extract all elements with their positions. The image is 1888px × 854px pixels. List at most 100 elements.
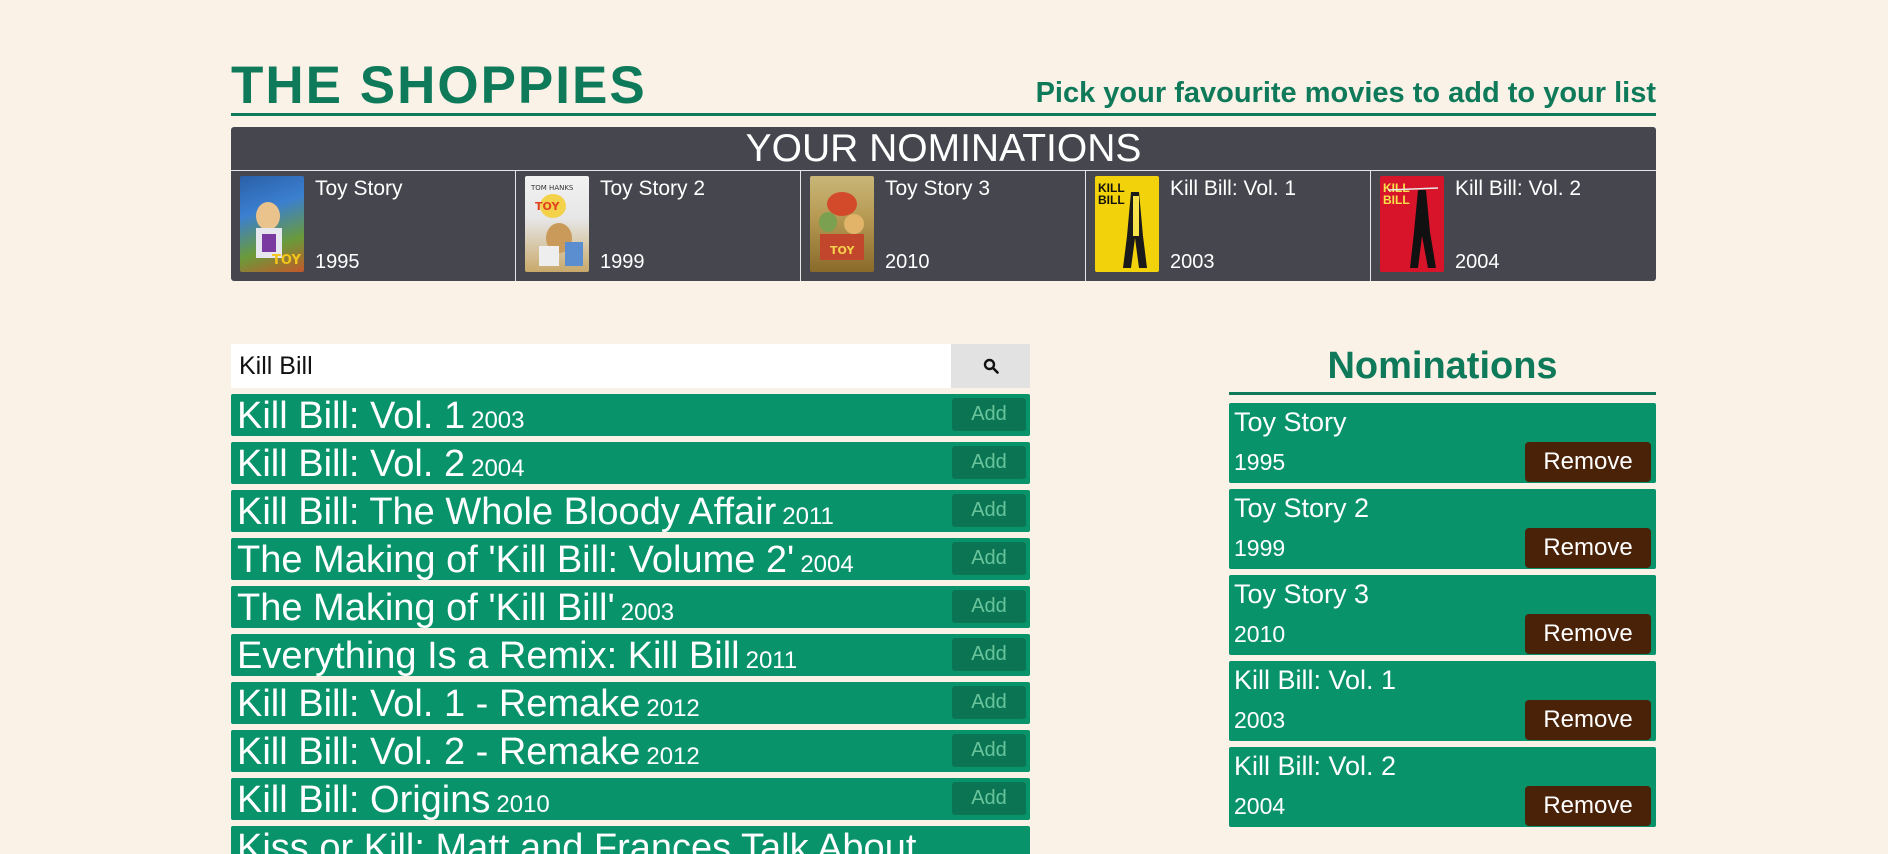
- tagline: Pick your favourite movies to add to you…: [1035, 77, 1656, 109]
- result-year: 2003: [620, 599, 675, 626]
- brand-title: THE SHOPPIES: [231, 56, 647, 115]
- result-title: Everything Is a Remix: Kill Bill: [237, 635, 740, 677]
- result-title-line: Kill Bill: The Whole Bloody Affair 2011: [237, 492, 834, 537]
- banner-card-year: 2003: [1170, 251, 1215, 273]
- kill-bill-vol-1-poster: KILL BILL: [1095, 176, 1159, 272]
- result-title-line: Everything Is a Remix: Kill Bill 2011: [237, 636, 797, 681]
- result-row: Kill Bill: The Whole Bloody Affair 2011 A…: [231, 490, 1030, 532]
- result-year: 2003: [471, 407, 525, 434]
- nomination-title: Toy Story: [1234, 407, 1347, 437]
- result-title: Kill Bill: Origins: [237, 779, 491, 821]
- remove-button[interactable]: Remove: [1525, 528, 1651, 568]
- toy-story-3-poster: TOY: [810, 176, 874, 272]
- add-button[interactable]: Add: [952, 446, 1026, 479]
- add-button[interactable]: Add: [952, 686, 1026, 719]
- result-row: Everything Is a Remix: Kill Bill 2011 Add: [231, 634, 1030, 676]
- result-row: Kill Bill: Vol. 2 2004 Add: [231, 442, 1030, 484]
- search-icon: [983, 358, 999, 374]
- nomination-item: Kill Bill: Vol. 1 2003 Remove: [1229, 661, 1656, 741]
- banner-row: TOY Toy Story 1995 TOM HANKS TOY Toy Sto…: [231, 171, 1656, 281]
- result-title: Kill Bill: Vol. 1: [237, 395, 466, 437]
- search-input[interactable]: [231, 344, 951, 388]
- nominations-banner: YOUR NOMINATIONS TOY Toy Story 1995 TOM …: [231, 127, 1656, 281]
- kill-bill-vol-2-poster: KILL BILL: [1380, 176, 1444, 272]
- nomination-item: Kill Bill: Vol. 2 2004 Remove: [1229, 747, 1656, 827]
- result-title-line: The Making of 'Kill Bill' 2003: [237, 588, 674, 633]
- add-button[interactable]: Add: [952, 494, 1026, 527]
- result-row: Kiss or Kill: Matt and Frances Talk Abou…: [231, 826, 1030, 854]
- nomination-year: 2010: [1234, 621, 1286, 647]
- banner-card: KILL BILL Kill Bill: Vol. 1 2003: [1086, 171, 1371, 281]
- nominations-list: Toy Story 1995 Remove Toy Story 2 1999 R…: [1229, 403, 1656, 827]
- banner-card-title: Toy Story 3: [885, 177, 991, 200]
- result-title: Kill Bill: Vol. 1 - Remake: [237, 683, 641, 725]
- result-row: Kill Bill: Origins 2010 Add: [231, 778, 1030, 820]
- banner-card-year: 2004: [1455, 251, 1500, 273]
- result-year: 2004: [471, 455, 525, 482]
- add-button[interactable]: Add: [952, 542, 1026, 575]
- nomination-title: Kill Bill: Vol. 1: [1234, 665, 1397, 695]
- result-year: 2004: [800, 551, 854, 578]
- result-year: 2010: [496, 791, 550, 818]
- toy-story-poster: TOY: [240, 176, 304, 272]
- nomination-year: 1999: [1234, 535, 1286, 561]
- nomination-title: Kill Bill: Vol. 2: [1234, 751, 1397, 781]
- result-title-line: The Making of 'Kill Bill: Volume 2' 2004: [237, 540, 854, 585]
- toy-story-2-poster: TOM HANKS TOY: [525, 176, 589, 272]
- add-button[interactable]: Add: [952, 590, 1026, 623]
- nomination-year: 2004: [1234, 793, 1286, 819]
- result-row: The Making of 'Kill Bill: Volume 2' 2004 …: [231, 538, 1030, 580]
- banner-card-year: 1999: [600, 251, 645, 273]
- banner-card: TOY Toy Story 3 2010: [801, 171, 1086, 281]
- result-row: Kill Bill: Vol. 1 2003 Add: [231, 394, 1030, 436]
- svg-text:TOY: TOY: [272, 253, 301, 268]
- result-title: Kiss or Kill: Matt and Frances Talk Abou…: [237, 827, 917, 854]
- banner-card-title: Toy Story: [315, 177, 403, 200]
- add-button[interactable]: Add: [952, 398, 1026, 431]
- banner-card-year: 2010: [885, 251, 930, 273]
- result-title-line: Kill Bill: Vol. 2 - Remake 2012: [237, 732, 700, 777]
- result-title-line: Kiss or Kill: Matt and Frances Talk Abou…: [237, 828, 916, 854]
- remove-button[interactable]: Remove: [1525, 442, 1651, 482]
- banner-title: YOUR NOMINATIONS: [231, 127, 1656, 171]
- add-button[interactable]: Add: [952, 734, 1026, 767]
- nominations-panel: Nominations Toy Story 1995 Remove Toy St…: [1229, 344, 1656, 833]
- remove-button[interactable]: Remove: [1525, 614, 1651, 654]
- svg-text:TOY: TOY: [535, 200, 560, 213]
- result-year: 2012: [646, 743, 700, 770]
- add-button[interactable]: Add: [952, 638, 1026, 671]
- result-title: The Making of 'Kill Bill: Volume 2': [237, 539, 795, 581]
- result-title: Kill Bill: Vol. 2: [237, 443, 466, 485]
- nomination-title: Toy Story 2: [1234, 493, 1370, 523]
- search-bar: [231, 344, 1030, 388]
- remove-button[interactable]: Remove: [1525, 786, 1651, 826]
- result-title: Kill Bill: The Whole Bloody Affair: [237, 491, 777, 533]
- result-title-line: Kill Bill: Vol. 1 - Remake 2012: [237, 684, 700, 729]
- result-year: 2011: [745, 647, 798, 674]
- result-title-line: Kill Bill: Origins 2010: [237, 780, 550, 825]
- add-button[interactable]: Add: [952, 782, 1026, 815]
- result-row: Kill Bill: Vol. 2 - Remake 2012 Add: [231, 730, 1030, 772]
- banner-card: KILL BILL Kill Bill: Vol. 2 2004: [1371, 171, 1656, 281]
- banner-card-title: Toy Story 2: [600, 177, 706, 200]
- remove-button[interactable]: Remove: [1525, 700, 1651, 740]
- nomination-item: Toy Story 1995 Remove: [1229, 403, 1656, 483]
- nomination-title: Toy Story 3: [1234, 579, 1370, 609]
- banner-card: TOY Toy Story 1995: [231, 171, 516, 281]
- search-button[interactable]: [951, 344, 1030, 388]
- header: THE SHOPPIES Pick your favourite movies …: [231, 52, 1656, 116]
- nominations-title: Nominations: [1229, 344, 1656, 395]
- search-results: Kill Bill: Vol. 1 2003 Add Kill Bill: Vol…: [231, 394, 1030, 854]
- banner-card: TOM HANKS TOY Toy Story 2 1999: [516, 171, 801, 281]
- nomination-year: 2003: [1234, 707, 1286, 733]
- nomination-item: Toy Story 3 2010 Remove: [1229, 575, 1656, 655]
- banner-card-year: 1995: [315, 251, 360, 273]
- banner-card-title: Kill Bill: Vol. 1: [1170, 177, 1297, 200]
- result-year: 2011: [782, 503, 834, 530]
- nomination-year: 1995: [1234, 449, 1286, 475]
- svg-text:TOY: TOY: [830, 244, 855, 257]
- result-title-line: Kill Bill: Vol. 2 2004: [237, 444, 524, 489]
- result-row: Kill Bill: Vol. 1 - Remake 2012 Add: [231, 682, 1030, 724]
- result-row: The Making of 'Kill Bill' 2003 Add: [231, 586, 1030, 628]
- result-title: The Making of 'Kill Bill': [237, 587, 615, 629]
